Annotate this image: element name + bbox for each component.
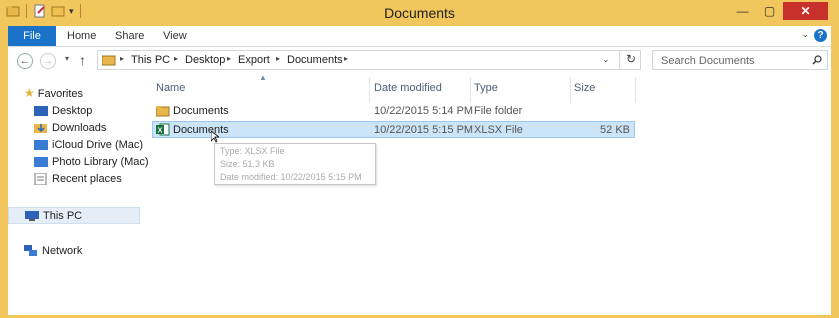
content-area: ★ Favorites Desktop Downloads iCloud Driv… [8, 73, 831, 315]
photos-folder-icon [34, 157, 48, 168]
breadcrumb-separator[interactable]: ▸ [174, 54, 178, 63]
breadcrumb-this-pc[interactable]: This PC [131, 54, 170, 66]
nav-favorites-label: Favorites [37, 88, 84, 100]
up-button[interactable]: ↑ [79, 52, 86, 68]
file-date: 10/22/2015 5:15 PM [374, 124, 474, 136]
sort-ascending-icon: ▲ [259, 73, 267, 82]
maximize-button[interactable]: ▢ [756, 2, 783, 20]
window-border [831, 0, 839, 318]
explorer-window: ▾ Documents — ▢ ✕ File Home Share View ⌄… [0, 0, 839, 318]
file-name: Documents [173, 105, 229, 117]
column-header-name[interactable]: Name [156, 80, 185, 97]
tooltip-date: Date modified: 10/22/2015 5:15 PM [220, 172, 362, 182]
breadcrumb-separator[interactable]: ▸ [276, 54, 280, 63]
nav-item-this-pc[interactable]: This PC [8, 207, 140, 224]
downloads-icon [34, 124, 47, 134]
column-header-date-modified[interactable]: Date modified [374, 80, 442, 97]
cloud-folder-icon [34, 140, 48, 151]
column-divider[interactable] [369, 77, 370, 103]
nav-favorites[interactable]: ★ Favorites [24, 85, 83, 102]
breadcrumb-separator[interactable]: ▸ [120, 54, 124, 63]
star-icon: ★ [24, 86, 35, 100]
breadcrumb-separator[interactable]: ▸ [227, 54, 231, 63]
file-size: 52 KB [600, 124, 630, 136]
search-box[interactable] [652, 50, 828, 70]
recent-locations-icon[interactable]: ▾ [65, 54, 69, 63]
nav-item-label: Photo Library (Mac) [52, 156, 149, 168]
file-type: File folder [474, 105, 523, 117]
column-header-size[interactable]: Size [574, 80, 595, 97]
file-row-selected[interactable]: X Documents 10/22/2015 5:15 PM XLSX File… [152, 121, 635, 138]
file-row[interactable]: Documents 10/22/2015 5:14 PM File folder [152, 103, 635, 120]
forward-button[interactable]: → [40, 53, 56, 69]
back-button[interactable]: ← [17, 53, 33, 69]
folder-icon [156, 106, 170, 117]
file-date: 10/22/2015 5:14 PM [374, 105, 474, 117]
title-bar[interactable]: ▾ Documents — ▢ ✕ [0, 0, 839, 26]
navigation-pane: ★ Favorites Desktop Downloads iCloud Driv… [8, 75, 149, 315]
nav-item-downloads[interactable]: Downloads [34, 120, 106, 137]
file-list-pane: Name ▲ Date modified Type Size Documents… [148, 73, 831, 315]
tooltip-type: Type: XLSX File [220, 146, 285, 156]
tab-home[interactable]: Home [57, 26, 106, 46]
computer-icon [25, 211, 39, 222]
nav-item-label: This PC [43, 210, 83, 222]
expand-ribbon-icon[interactable]: ⌄ [801, 29, 809, 40]
nav-item-network[interactable]: Network [24, 243, 82, 260]
tooltip-size: Size: 51.3 KB [220, 159, 275, 169]
tab-file[interactable]: File [8, 26, 56, 46]
column-header-type[interactable]: Type [474, 80, 498, 97]
column-divider[interactable] [635, 77, 636, 103]
excel-icon: X [156, 123, 170, 136]
column-divider[interactable] [470, 77, 471, 103]
nav-item-label: Desktop [52, 105, 93, 117]
tab-share[interactable]: Share [105, 26, 154, 46]
help-button[interactable]: ? [814, 29, 827, 42]
search-input[interactable] [659, 53, 803, 69]
nav-item-label: Recent places [52, 173, 122, 185]
recent-places-icon [34, 173, 47, 186]
refresh-icon[interactable]: ↻ [626, 52, 636, 66]
address-row: ← → ▾ ↑ ▸ This PC ▸ Desktop ▸ Export ▸ D… [8, 47, 831, 75]
breadcrumb-separator[interactable]: ▸ [344, 54, 348, 63]
tab-view[interactable]: View [153, 26, 197, 46]
nav-item-icloud-drive[interactable]: iCloud Drive (Mac) [34, 137, 143, 154]
network-icon [24, 245, 37, 257]
nav-item-desktop[interactable]: Desktop [34, 103, 92, 120]
breadcrumb-desktop[interactable]: Desktop [185, 54, 225, 66]
mouse-cursor-icon [211, 131, 219, 143]
file-info-tooltip: Type: XLSX File Size: 51.3 KB Date modif… [214, 143, 376, 185]
nav-item-photo-library[interactable]: Photo Library (Mac) [34, 154, 149, 171]
nav-item-recent-places[interactable]: Recent places [34, 171, 122, 188]
window-title: Documents [384, 5, 455, 21]
window-controls: — ▢ ✕ [729, 2, 828, 20]
column-divider[interactable] [570, 77, 571, 103]
nav-item-label: iCloud Drive (Mac) [52, 139, 144, 151]
address-bar[interactable]: ▸ This PC ▸ Desktop ▸ Export ▸ Documents… [97, 50, 641, 70]
file-type: XLSX File [474, 124, 523, 136]
breadcrumb-export[interactable]: Export [238, 54, 270, 66]
search-icon[interactable] [812, 55, 822, 65]
minimize-button[interactable]: — [729, 2, 756, 20]
file-name: Documents [173, 124, 229, 136]
nav-item-label: Downloads [52, 122, 107, 134]
nav-item-label: Network [42, 245, 83, 257]
address-history-icon[interactable]: ⌄ [602, 54, 610, 65]
ribbon-tabs: File Home Share View ⌄ ? [8, 26, 831, 47]
desktop-icon [34, 106, 48, 117]
svg-text:X: X [158, 128, 163, 135]
address-divider [619, 51, 620, 69]
close-button[interactable]: ✕ [783, 2, 828, 20]
folder-icon [102, 55, 116, 66]
breadcrumb-documents[interactable]: Documents [287, 54, 343, 66]
